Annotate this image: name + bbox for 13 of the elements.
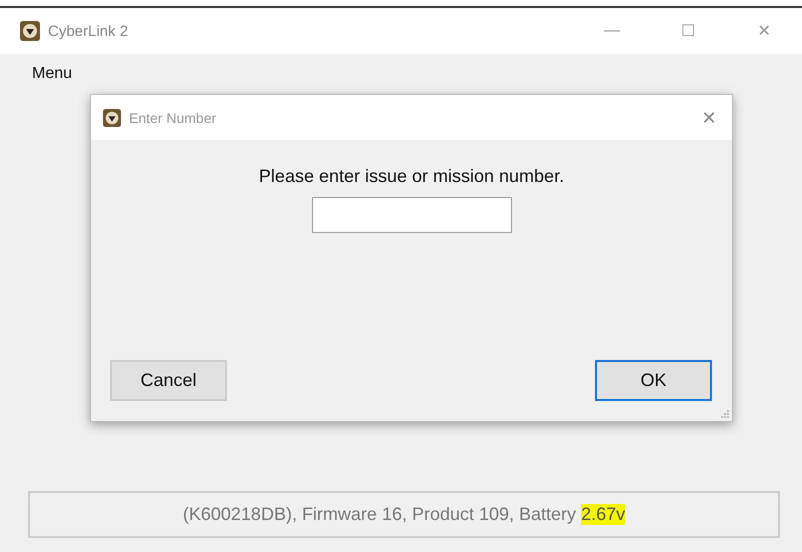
window-title: CyberLink 2	[48, 22, 128, 40]
device-status-text: (K600218DB), Firmware 16, Product 109, Battery 2.67v	[28, 491, 780, 538]
number-input-field[interactable]	[312, 197, 512, 233]
prompt-text: Please enter issue or mission number.	[258, 166, 564, 187]
close-button[interactable]: ✕	[686, 95, 732, 140]
dialog-title: Enter Number	[129, 110, 216, 126]
menu-item[interactable]: Menu	[32, 65, 72, 83]
cancel-button[interactable]: Cancel	[110, 360, 227, 401]
close-button[interactable]: ✕	[726, 8, 802, 54]
ok-button[interactable]: OK	[595, 360, 712, 401]
minimize-button[interactable]: —	[574, 8, 650, 54]
resize-grip-icon[interactable]	[720, 409, 729, 418]
maximize-button[interactable]: ☐	[650, 8, 726, 54]
